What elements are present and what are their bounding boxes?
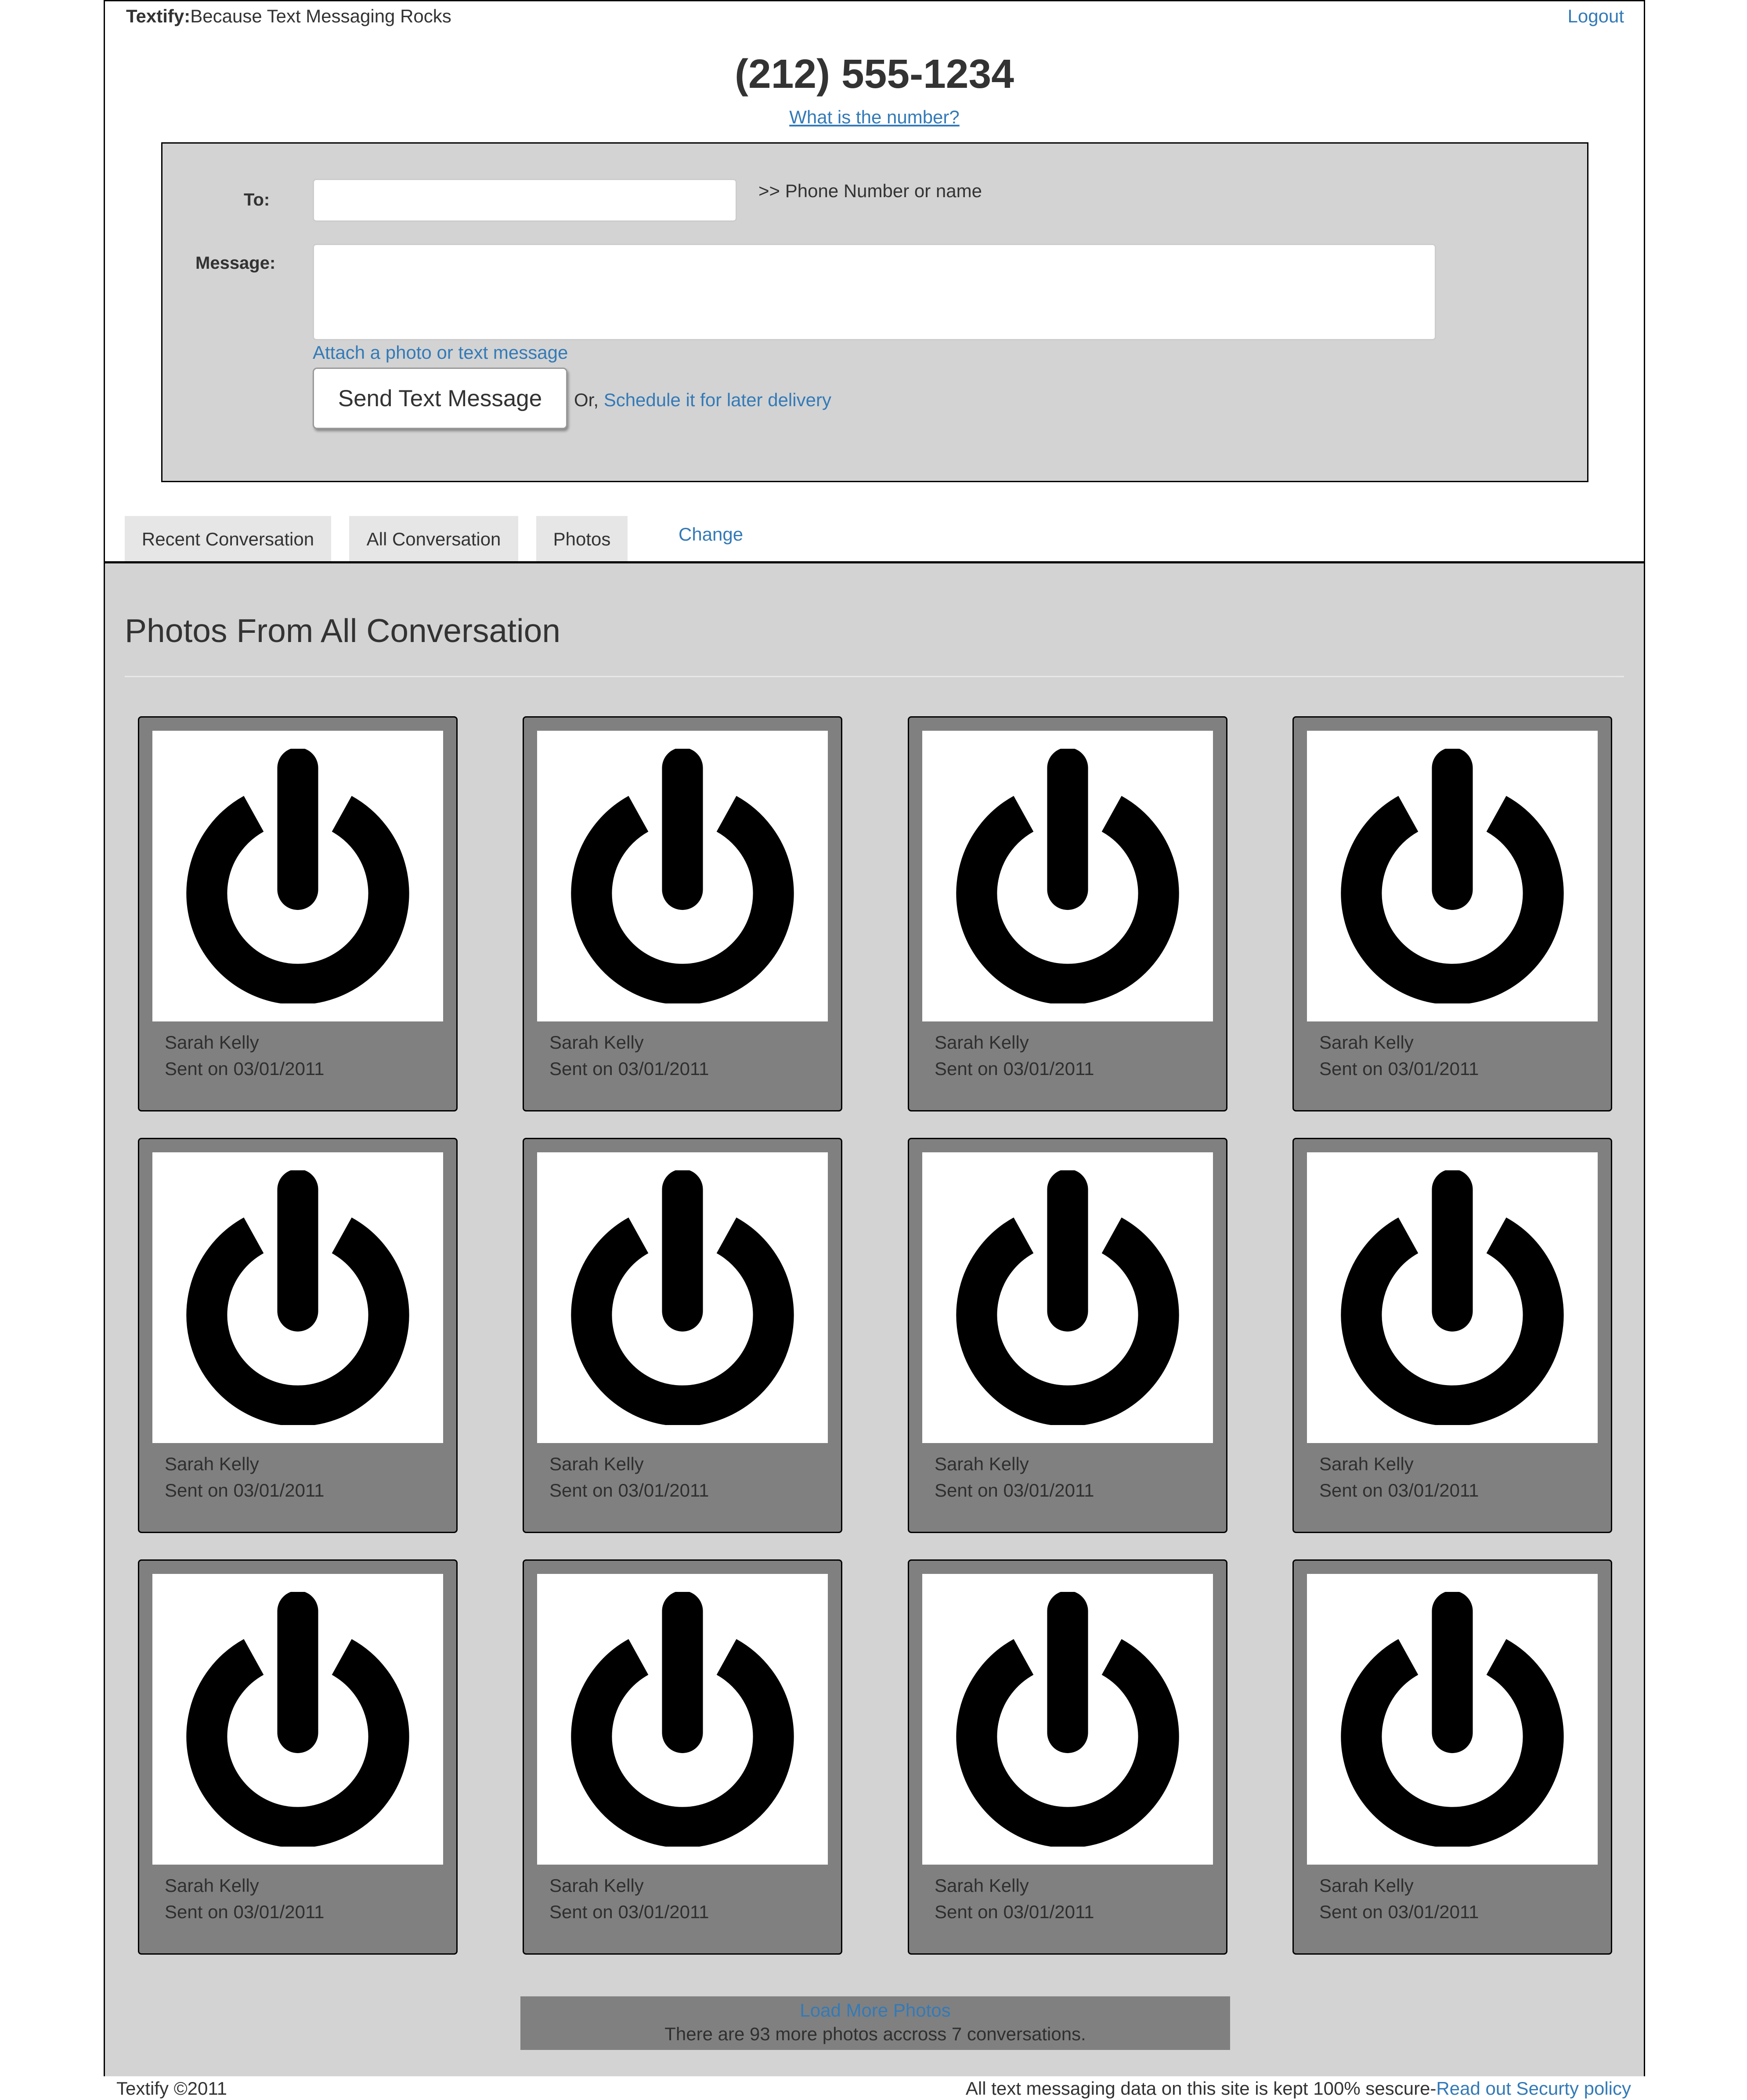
recipient-input[interactable] (313, 179, 737, 222)
message-textarea[interactable] (313, 244, 1436, 340)
photo-sent-date: Sent on 03/01/2011 (165, 1902, 325, 1922)
photo-card[interactable]: Sarah Kelly Sent on 03/01/2011 (138, 1559, 458, 1955)
photo-card[interactable]: Sarah Kelly Sent on 03/01/2011 (908, 716, 1227, 1111)
power-icon (186, 1592, 409, 1847)
app-frame: Textify:Because Text Messaging Rocks Log… (104, 0, 1645, 2076)
photo-thumbnail[interactable] (537, 1152, 828, 1443)
brand-tagline: Because Text Messaging Rocks (190, 6, 451, 26)
photo-sent-date: Sent on 03/01/2011 (549, 1058, 709, 1079)
photo-sender: Sarah Kelly (935, 1454, 1029, 1474)
footer-security-note: All text messaging data on this site is … (966, 2078, 1631, 2099)
photo-thumbnail[interactable] (922, 731, 1213, 1021)
power-icon (956, 1592, 1179, 1847)
photo-card[interactable]: Sarah Kelly Sent on 03/01/2011 (523, 1559, 842, 1955)
change-link[interactable]: Change (679, 524, 743, 545)
security-policy-link[interactable]: Read out Securty policy (1436, 2078, 1631, 2099)
photo-sent-date: Sent on 03/01/2011 (1319, 1902, 1479, 1922)
tab-recent-conversation[interactable]: Recent Conversation (125, 516, 331, 562)
photo-sender: Sarah Kelly (165, 1032, 259, 1053)
photo-card[interactable]: Sarah Kelly Sent on 03/01/2011 (138, 1138, 458, 1533)
photo-card[interactable]: Sarah Kelly Sent on 03/01/2011 (1292, 1138, 1612, 1533)
what-number-row: What is the number? (105, 107, 1644, 128)
photo-thumbnail[interactable] (1307, 1574, 1598, 1865)
gallery-title: Photos From All Conversation (125, 612, 561, 649)
power-icon (186, 749, 409, 1003)
photo-card[interactable]: Sarah Kelly Sent on 03/01/2011 (1292, 1559, 1612, 1955)
photo-sent-date: Sent on 03/01/2011 (935, 1058, 1094, 1079)
photo-sent-date: Sent on 03/01/2011 (165, 1480, 325, 1501)
photo-sender: Sarah Kelly (549, 1454, 644, 1474)
power-icon (956, 1170, 1179, 1425)
power-icon (571, 749, 794, 1003)
photo-thumbnail[interactable] (152, 731, 443, 1021)
photo-thumbnail[interactable] (152, 1574, 443, 1865)
power-icon (1341, 1592, 1564, 1847)
photo-thumbnail[interactable] (922, 1574, 1213, 1865)
footer-security-text: All text messaging data on this site is … (965, 2078, 1437, 2099)
photo-sender: Sarah Kelly (1319, 1875, 1414, 1896)
brand-name: Textify: (126, 6, 191, 26)
photo-sender: Sarah Kelly (549, 1875, 644, 1896)
power-icon (1341, 1170, 1564, 1425)
recipient-hint: >> Phone Number or name (758, 180, 982, 201)
load-more-photos-link[interactable]: Load More Photos (520, 2000, 1230, 2021)
tab-all-conversation[interactable]: All Conversation (349, 516, 518, 562)
photo-sender: Sarah Kelly (165, 1875, 259, 1896)
compose-panel: To: >> Phone Number or name Message: Att… (161, 142, 1588, 482)
to-label: To: (244, 190, 270, 209)
phone-number: (212) 555-1234 (735, 51, 1014, 97)
photo-card[interactable]: Sarah Kelly Sent on 03/01/2011 (908, 1559, 1227, 1955)
tab-photos[interactable]: Photos (536, 516, 628, 562)
photo-sent-date: Sent on 03/01/2011 (1319, 1058, 1479, 1079)
photo-thumbnail[interactable] (537, 731, 828, 1021)
power-icon (956, 749, 1179, 1003)
photo-thumbnail[interactable] (537, 1574, 828, 1865)
photo-card[interactable]: Sarah Kelly Sent on 03/01/2011 (908, 1138, 1227, 1533)
load-more-note: There are 93 more photos accross 7 conve… (664, 2024, 1086, 2044)
schedule-row: Or, Schedule it for later delivery (574, 390, 831, 411)
photo-sender: Sarah Kelly (935, 1032, 1029, 1053)
power-icon (1341, 749, 1564, 1003)
photo-sent-date: Sent on 03/01/2011 (1319, 1480, 1479, 1501)
photo-sender: Sarah Kelly (165, 1454, 259, 1474)
send-text-message-button[interactable]: Send Text Message (313, 368, 567, 429)
brand: Textify:Because Text Messaging Rocks (126, 6, 451, 27)
schedule-link[interactable]: Schedule it for later delivery (604, 390, 831, 410)
photo-thumbnail[interactable] (1307, 731, 1598, 1021)
what-is-the-number-link[interactable]: What is the number? (789, 107, 960, 127)
photo-card[interactable]: Sarah Kelly Sent on 03/01/2011 (1292, 716, 1612, 1111)
photo-sender: Sarah Kelly (1319, 1032, 1414, 1053)
message-label: Message: (195, 253, 276, 273)
photo-gallery: Photos From All Conversation Sarah Kelly… (105, 563, 1644, 2076)
photo-sent-date: Sent on 03/01/2011 (935, 1902, 1094, 1922)
photo-sender: Sarah Kelly (549, 1032, 644, 1053)
photo-sent-date: Sent on 03/01/2011 (549, 1480, 709, 1501)
attach-link[interactable]: Attach a photo or text message (313, 342, 568, 363)
photo-sent-date: Sent on 03/01/2011 (165, 1058, 325, 1079)
photo-card[interactable]: Sarah Kelly Sent on 03/01/2011 (138, 716, 458, 1111)
photo-thumbnail[interactable] (1307, 1152, 1598, 1443)
photo-thumbnail[interactable] (922, 1152, 1213, 1443)
photo-thumbnail[interactable] (152, 1152, 443, 1443)
photo-sender: Sarah Kelly (935, 1875, 1029, 1896)
gallery-divider (125, 676, 1624, 677)
power-icon (571, 1592, 794, 1847)
or-text: Or, (574, 390, 599, 410)
photo-sender: Sarah Kelly (1319, 1454, 1414, 1474)
photo-sent-date: Sent on 03/01/2011 (549, 1902, 709, 1922)
power-icon (571, 1170, 794, 1425)
photo-sent-date: Sent on 03/01/2011 (935, 1480, 1094, 1501)
logout-link[interactable]: Logout (1568, 6, 1624, 27)
photo-card[interactable]: Sarah Kelly Sent on 03/01/2011 (523, 716, 842, 1111)
footer-copyright: Textify ©2011 (116, 2078, 227, 2099)
photo-card[interactable]: Sarah Kelly Sent on 03/01/2011 (523, 1138, 842, 1533)
load-more-panel: Load More Photos There are 93 more photo… (520, 1996, 1230, 2050)
power-icon (186, 1170, 409, 1425)
